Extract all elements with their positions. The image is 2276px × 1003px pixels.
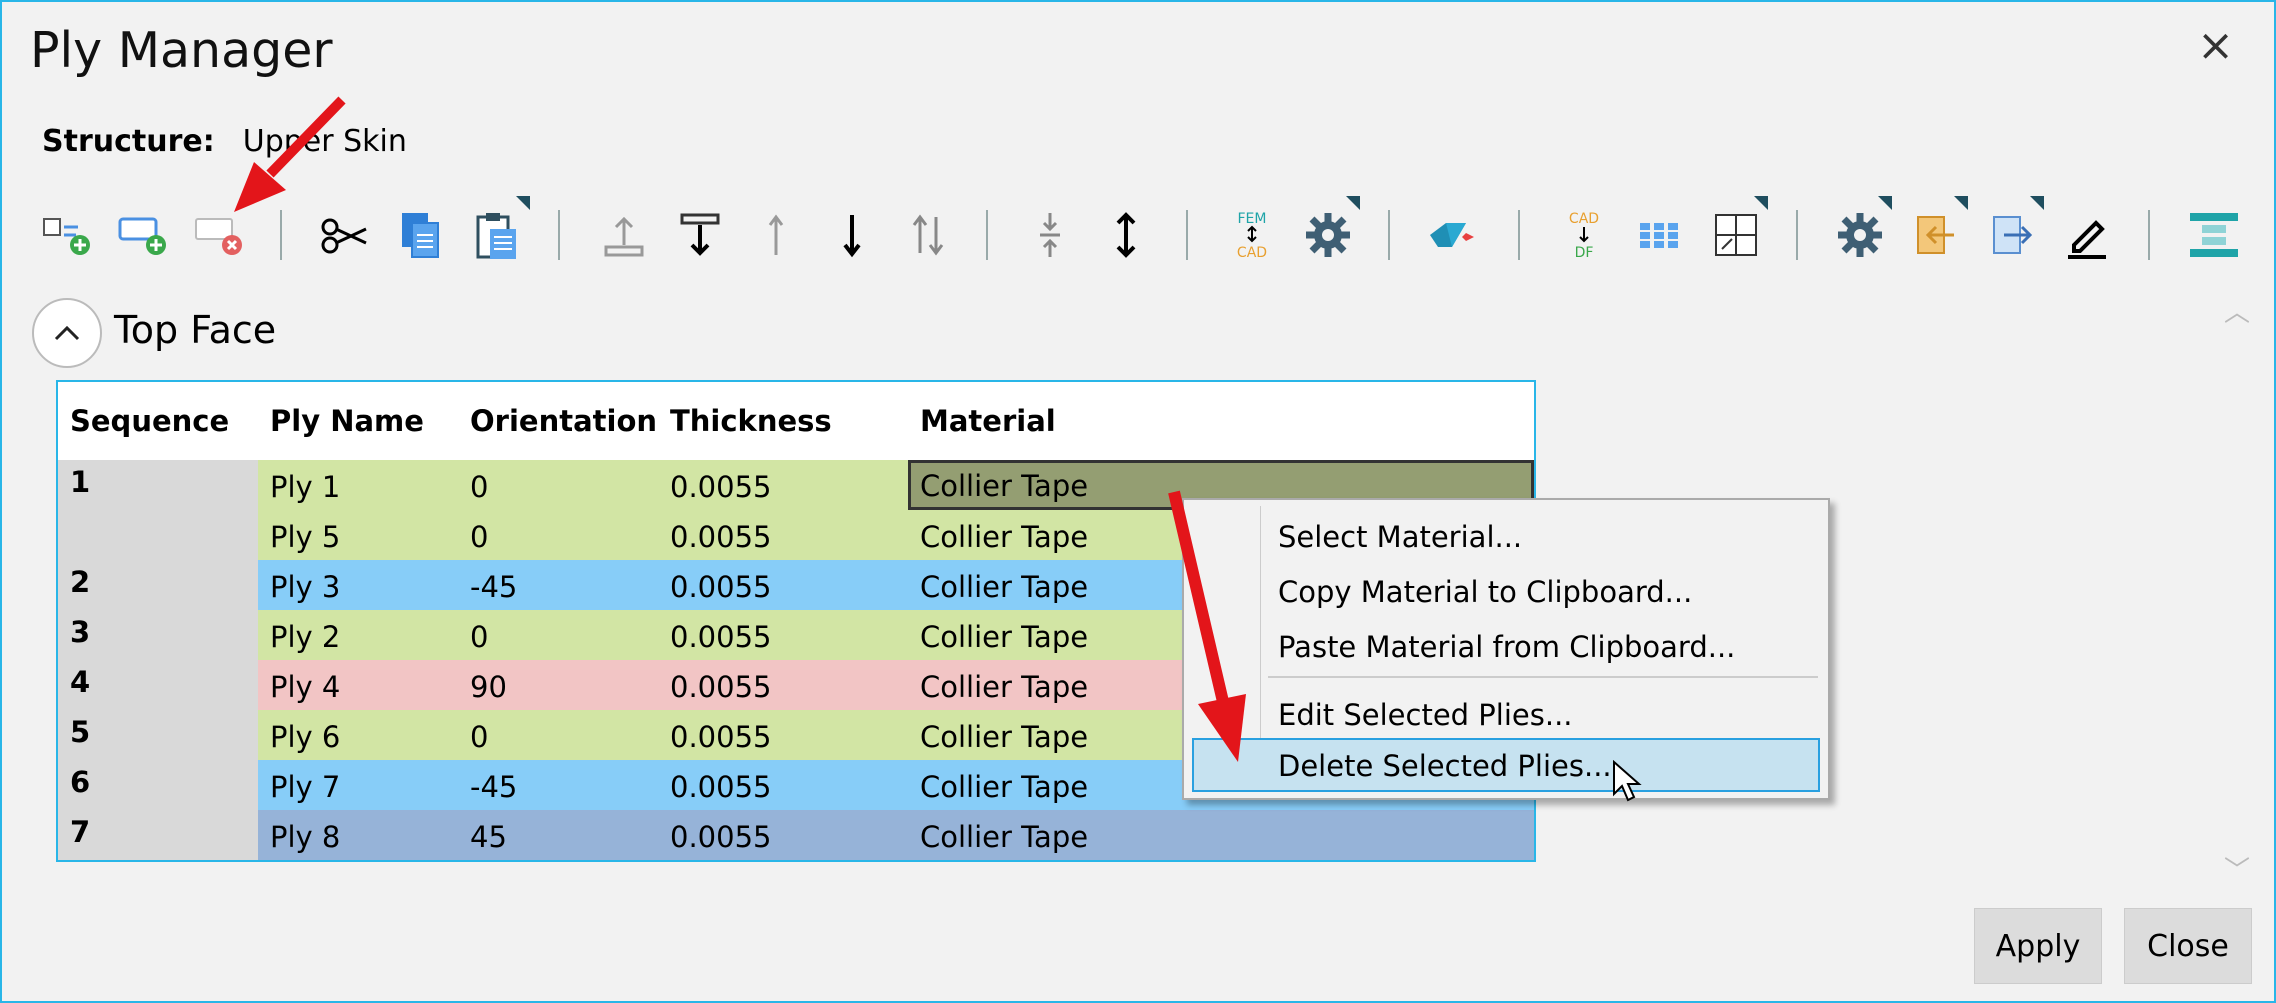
close-button[interactable]: Close [2124,908,2252,984]
annotation-arrows [234,96,1246,762]
annotation-arrow-toolbar [234,96,346,212]
annotation-arrow-menu [1168,490,1246,762]
ply-manager-window: Ply Manager × Structure: Upper Skin FEM … [0,0,2276,1003]
apply-button[interactable]: Apply [1974,908,2102,984]
